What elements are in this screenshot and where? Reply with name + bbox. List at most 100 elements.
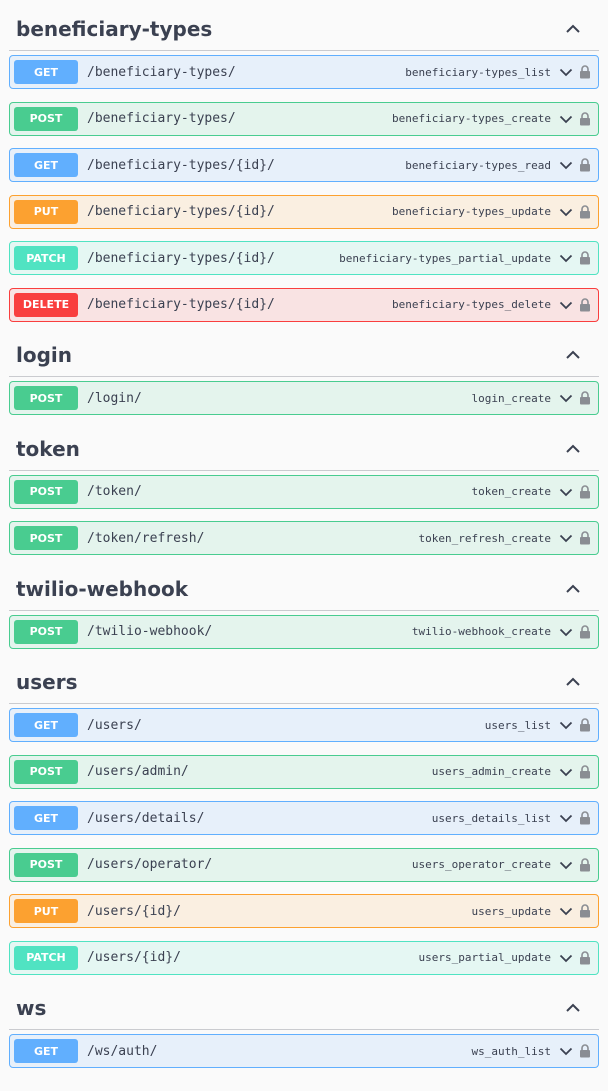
method-badge: PATCH <box>14 945 78 970</box>
method-badge: POST <box>14 386 78 410</box>
method-badge: GET <box>14 806 78 830</box>
method-badge: POST <box>14 526 78 550</box>
operation-id: beneficiary-types_create <box>392 112 551 125</box>
operation-row[interactable]: GET/users/users_list <box>9 708 599 742</box>
operation-row[interactable]: POST/token/token_create <box>9 474 599 509</box>
operation-row[interactable]: DELETE/beneficiary-types/{id}/ beneficiar… <box>9 287 599 322</box>
tag-section-token: token POST/token/token_create POST/token/r… <box>9 428 599 555</box>
lock-icon[interactable] <box>579 297 591 312</box>
chevron-up-icon[interactable] <box>565 1000 581 1016</box>
operation-path: /users/admin/ <box>87 764 189 779</box>
chevron-down-icon[interactable] <box>559 718 573 732</box>
chevron-down-icon[interactable] <box>559 904 573 918</box>
chevron-down-icon[interactable] <box>559 112 573 126</box>
operation-id: beneficiary-types_delete <box>392 298 551 311</box>
lock-icon[interactable] <box>579 1044 591 1058</box>
lock-icon[interactable] <box>579 391 591 405</box>
tag-section-beneficiary-types: beneficiary-types GET/beneficiary-types/b… <box>9 8 599 322</box>
chevron-down-icon[interactable] <box>559 1044 573 1058</box>
chevron-up-icon[interactable] <box>565 581 581 597</box>
operation-id: users_details_list <box>431 811 551 825</box>
tag-header[interactable]: twilio-webhook <box>9 568 599 611</box>
method-badge: PATCH <box>14 246 78 270</box>
operation-row[interactable]: GET/ws/auth/ws_auth_list <box>9 1034 599 1068</box>
operation-id: ws_auth_list <box>471 1044 551 1058</box>
lock-icon[interactable] <box>579 624 591 639</box>
chevron-down-icon[interactable] <box>559 625 573 639</box>
chevron-down-icon[interactable] <box>559 811 573 825</box>
lock-icon[interactable] <box>579 251 591 265</box>
chevron-down-icon[interactable] <box>559 158 573 172</box>
operation-path: /ws/auth/ <box>87 1043 158 1059</box>
chevron-down-icon[interactable] <box>559 391 573 405</box>
method-badge: PUT <box>14 199 78 224</box>
lock-icon[interactable] <box>579 531 591 545</box>
operation-row[interactable]: PUT/users/{id}/ users_update <box>9 894 599 928</box>
chevron-up-icon[interactable] <box>565 674 581 690</box>
tag-header[interactable]: beneficiary-types <box>9 8 599 51</box>
lock-icon[interactable] <box>579 204 591 219</box>
tag-header[interactable]: token <box>9 428 599 471</box>
tag-header[interactable]: ws <box>9 987 599 1030</box>
method-badge: GET <box>14 60 78 84</box>
tag-header[interactable]: users <box>9 661 599 704</box>
operation-path: /beneficiary-types/{id}/ <box>87 297 275 312</box>
operation-row[interactable]: POST/users/operator/users_operator_creat… <box>9 847 599 882</box>
chevron-down-icon[interactable] <box>559 951 573 965</box>
chevron-down-icon[interactable] <box>559 251 573 265</box>
chevron-down-icon[interactable] <box>559 765 573 779</box>
operation-id: users_list <box>484 718 551 732</box>
tag-header[interactable]: login <box>9 334 599 377</box>
operation-row[interactable]: GET/beneficiary-types/{id}/ beneficiary-t… <box>9 148 599 182</box>
lock-icon[interactable] <box>579 158 591 172</box>
operation-id: beneficiary-types_partial_update <box>339 251 551 265</box>
chevron-down-icon[interactable] <box>559 485 573 499</box>
tag-title: token <box>16 436 80 461</box>
chevron-up-icon[interactable] <box>565 441 581 457</box>
lock-icon[interactable] <box>579 950 591 965</box>
operation-row[interactable]: POST/login/login_create <box>9 381 599 415</box>
operation-row[interactable]: GET/users/details/users_details_list <box>9 801 599 835</box>
chevron-down-icon[interactable] <box>559 858 573 872</box>
chevron-down-icon[interactable] <box>559 298 573 312</box>
method-badge: POST <box>14 619 78 644</box>
operation-row[interactable]: POST/token/refresh/token_refresh_create <box>9 521 599 555</box>
operation-id: twilio-webhook_create <box>411 625 551 638</box>
operation-row[interactable]: PUT/beneficiary-types/{id}/ beneficiary-t… <box>9 194 599 229</box>
operation-row[interactable]: POST/beneficiary-types/beneficiary-types… <box>9 101 599 136</box>
operation-row[interactable]: PATCH/users/{id}/ users_partial_update <box>9 940 599 975</box>
lock-icon[interactable] <box>579 764 591 779</box>
lock-icon[interactable] <box>579 111 591 126</box>
operation-path: /users/details/ <box>87 810 205 826</box>
lock-icon[interactable] <box>579 484 591 499</box>
operation-id: beneficiary-types_list <box>405 65 551 79</box>
method-badge: PUT <box>14 899 78 923</box>
chevron-down-icon[interactable] <box>559 65 573 79</box>
chevron-up-icon[interactable] <box>565 347 581 363</box>
lock-icon[interactable] <box>579 65 591 79</box>
tag-section-ws: ws GET/ws/auth/ws_auth_list <box>9 987 599 1068</box>
method-badge: DELETE <box>14 292 78 317</box>
chevron-down-icon[interactable] <box>559 205 573 219</box>
lock-icon[interactable] <box>579 904 591 918</box>
operation-path: /beneficiary-types/{id}/ <box>87 157 275 173</box>
operation-row[interactable]: GET/beneficiary-types/beneficiary-types_… <box>9 55 599 89</box>
tag-title: beneficiary-types <box>16 17 213 41</box>
operation-id: users_operator_create <box>411 858 551 871</box>
operation-id: beneficiary-types_read <box>405 158 551 172</box>
tag-section-twilio-webhook: twilio-webhook POST/twilio-webhook/twilio… <box>9 568 599 649</box>
operation-path: /twilio-webhook/ <box>87 624 213 639</box>
method-badge: POST <box>14 852 78 877</box>
lock-icon[interactable] <box>579 718 591 732</box>
tag-title: users <box>16 670 78 694</box>
lock-icon[interactable] <box>579 857 591 872</box>
operation-id: login_create <box>471 391 551 405</box>
operation-row[interactable]: PATCH/beneficiary-types/{id}/ beneficiary… <box>9 241 599 275</box>
lock-icon[interactable] <box>579 811 591 825</box>
chevron-up-icon[interactable] <box>565 21 581 37</box>
operation-row[interactable]: POST/users/admin/users_admin_create <box>9 754 599 789</box>
chevron-down-icon[interactable] <box>559 531 573 545</box>
operation-row[interactable]: POST/twilio-webhook/twilio-webhook_creat… <box>9 614 599 649</box>
operation-id: users_update <box>471 904 551 918</box>
method-badge: GET <box>14 713 78 737</box>
